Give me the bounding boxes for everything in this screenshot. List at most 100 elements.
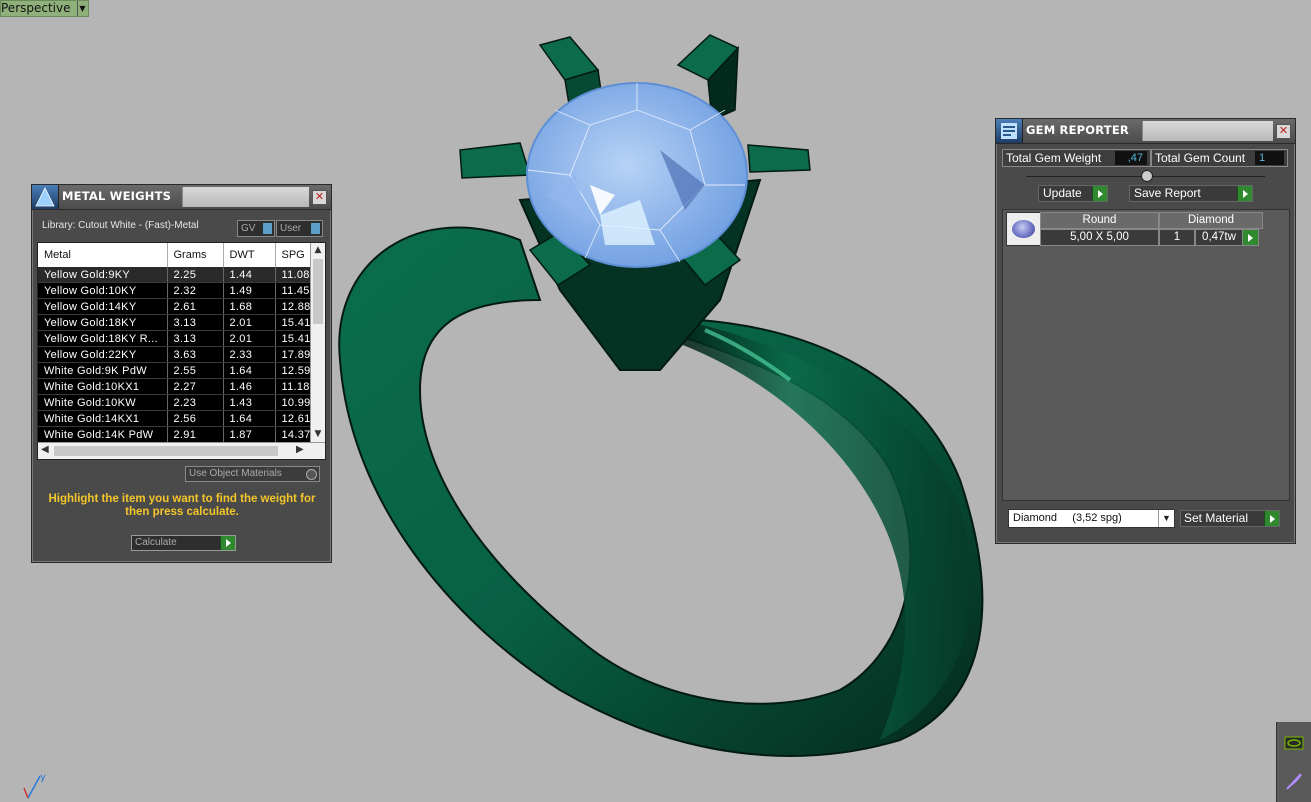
set-material-button[interactable]: Set Material [1180,510,1280,527]
cell-metal: White Gold:10KW [38,394,168,411]
play-icon[interactable] [1242,229,1259,246]
gem-list[interactable]: Round Diamond 5,00 X 5,00 1 0,47tw [1002,209,1290,501]
chevron-left-icon[interactable]: ◀ [41,444,49,455]
cell-dwt: 1.43 [223,394,276,411]
table-row[interactable]: Yellow Gold:18KY 3.13 2.01 15.41 [38,314,311,331]
gem-stone[interactable] [526,82,748,268]
total-gem-count-value: 1 [1255,151,1284,165]
cell-spg: 15.41 [275,330,311,347]
gem-thumbnail[interactable] [1006,212,1041,246]
nvidia-icon[interactable] [1283,732,1305,754]
library-label: Library: Cutout White - (Fast)-Metal [42,220,199,231]
chevron-down-icon[interactable]: ▼ [76,1,88,16]
cell-spg: 10.99 [275,394,311,411]
chevron-right-icon[interactable]: ▶ [296,444,304,455]
radio-icon[interactable] [306,469,317,480]
metal-table-vscroll[interactable]: ▲ ▼ [310,243,325,443]
save-report-button[interactable]: Save Report [1129,185,1253,202]
table-row[interactable]: Yellow Gold:14KY 2.61 1.68 12.88 [38,298,311,315]
col-metal[interactable]: Metal [38,243,168,267]
round-gem-icon [1012,220,1035,238]
calculate-button[interactable]: Calculate [131,535,236,551]
metal-weights-titlebar[interactable]: METAL WEIGHTS ✕ [32,185,331,210]
use-object-materials-label: Use Object Materials [189,468,282,479]
slider-knob[interactable] [1141,170,1153,182]
cell-grams: 3.13 [167,314,224,331]
cell-dwt: 2.33 [223,346,276,363]
close-icon[interactable]: ✕ [312,190,327,205]
cell-metal: Yellow Gold:22KY [38,346,168,363]
metal-table-hscroll[interactable]: ◀ ▶ [38,442,325,459]
cell-metal: Yellow Gold:18KY [38,314,168,331]
table-row[interactable]: Yellow Gold:10KY 2.32 1.49 11.45 [38,282,311,299]
ring-band-inner-shade [670,320,972,740]
use-object-materials-toggle[interactable]: Use Object Materials [185,466,320,482]
chevron-up-icon[interactable]: ▲ [311,245,325,255]
total-gem-count-field: Total Gem Count 1 [1151,149,1288,167]
table-row[interactable]: White Gold:10KX1 2.27 1.46 11.18 [38,378,311,395]
play-icon[interactable] [1237,186,1252,201]
cell-metal: Yellow Gold:9KY [38,267,168,283]
cell-metal: Yellow Gold:10KY [38,282,168,299]
viewport-dropdown[interactable]: Perspective ▼ [0,0,89,17]
table-row[interactable]: White Gold:14KX1 2.56 1.64 12.61 [38,410,311,427]
cell-dwt: 1.44 [223,267,276,283]
table-row[interactable]: Yellow Gold:22KY 3.63 2.33 17.89 [38,346,311,363]
col-dwt[interactable]: DWT [223,243,276,267]
play-icon[interactable] [220,536,235,550]
cell-spg: 17.89 [275,346,311,363]
material-select[interactable]: Diamond (3,52 spg) ▼ [1008,509,1175,528]
cell-grams: 2.61 [167,298,224,315]
hscroll-thumb[interactable] [54,446,278,456]
calculate-label: Calculate [135,537,177,548]
cell-grams: 2.27 [167,378,224,395]
chevron-down-icon[interactable]: ▼ [1158,510,1174,527]
close-icon[interactable]: ✕ [1276,124,1291,139]
gem-icon [32,185,59,209]
metal-weights-title: METAL WEIGHTS [62,189,172,203]
cell-dwt: 1.46 [223,378,276,395]
cell-dwt: 2.01 [223,314,276,331]
material-select-value: Diamond (3,52 spg) [1013,512,1122,524]
metal-table[interactable]: Metal Grams DWT SPG Yellow Gold:9KY 2.25 1… [37,242,326,460]
total-gem-count-label: Total Gem Count [1155,151,1246,165]
cell-grams: 2.32 [167,282,224,299]
gem-size: 5,00 X 5,00 [1040,229,1159,246]
axis-gizmo-icon: y [23,772,46,799]
cell-metal: Yellow Gold:14KY [38,298,168,315]
table-row[interactable]: White Gold:9K PdW 2.55 1.64 12.59 [38,362,311,379]
cell-grams: 2.91 [167,426,224,443]
vscroll-thumb[interactable] [313,259,323,324]
cell-spg: 12.88 [275,298,311,315]
total-gem-weight-value: ,47 [1115,151,1147,165]
cell-dwt: 1.49 [223,282,276,299]
gem-reporter-titlebar[interactable]: GEM REPORTER ✕ [996,119,1295,144]
title-grip[interactable] [182,187,309,207]
col-grams[interactable]: Grams [167,243,224,267]
chevron-down-icon[interactable]: ▼ [311,429,325,439]
cell-dwt: 1.64 [223,410,276,427]
user-toggle-label: User [280,223,302,234]
viewport-label: Perspective [1,1,71,15]
table-row[interactable]: Yellow Gold:18KY R... 3.13 2.01 15.41 [38,330,311,347]
table-row[interactable]: Yellow Gold:9KY 2.25 1.44 11.08 [38,267,311,283]
save-report-label: Save Report [1134,186,1201,200]
cell-spg: 12.61 [275,410,311,427]
col-spg[interactable]: SPG [275,243,311,267]
feather-icon[interactable] [1283,770,1305,792]
play-icon[interactable] [1264,511,1279,526]
table-row[interactable]: White Gold:14K PdW 2.91 1.87 14.37 [38,426,311,443]
cell-dwt: 1.87 [223,426,276,443]
gv-toggle[interactable]: GV [237,220,275,237]
cell-dwt: 1.68 [223,298,276,315]
cell-grams: 2.25 [167,267,224,283]
cell-grams: 2.55 [167,362,224,379]
update-button[interactable]: Update [1038,185,1108,202]
table-row[interactable]: White Gold:10KW 2.23 1.43 10.99 [38,394,311,411]
user-toggle[interactable]: User [276,220,323,237]
gem-reporter-title: GEM REPORTER [1026,123,1129,137]
calculate-hint: Highlight the item you want to find the … [48,493,316,518]
play-icon[interactable] [1092,186,1107,201]
set-material-label: Set Material [1184,511,1249,525]
title-grip[interactable] [1142,121,1273,141]
